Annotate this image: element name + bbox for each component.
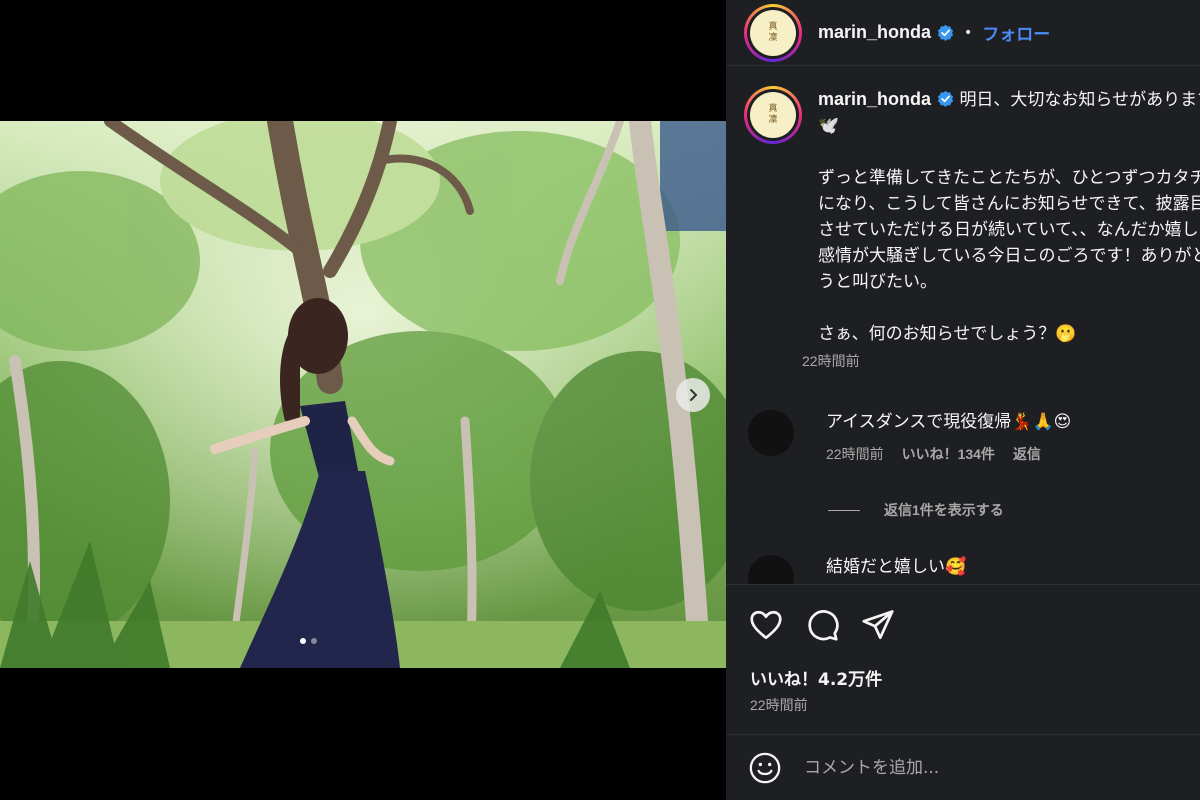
carousel-next-button[interactable]: [676, 378, 710, 412]
comment-text: アイスダンスで現役復帰💃🙏😍: [826, 412, 1072, 432]
carousel-dot-1: [300, 638, 306, 644]
comment-timestamp: 22時間前: [826, 446, 884, 462]
comment-likes[interactable]: いいね！134件: [902, 444, 995, 464]
post-sidebar: 真 凜 marin_honda • フォロー 真 凜 marin_honda 明…: [726, 0, 1200, 800]
chevron-right-icon: [690, 389, 698, 401]
post-caption: 真 凜 marin_honda 明日、大切なお知らせがあります🕊️ ずっと準備し…: [744, 86, 1200, 371]
forest-photo: [0, 121, 726, 668]
verified-badge-icon: [937, 90, 954, 107]
view-replies-button[interactable]: 返信1件を表示する: [828, 500, 1004, 520]
caption-body: 明日、大切なお知らせがあります🕊️ ずっと準備してきたことたちが、ひとつずつカタ…: [818, 90, 1200, 344]
post-photo[interactable]: [0, 121, 726, 668]
carousel-dot-2: [311, 638, 317, 644]
caption-text: marin_honda 明日、大切なお知らせがあります🕊️ ずっと準備してきたこ…: [818, 86, 1200, 347]
view-replies-label: 返信1件を表示する: [884, 502, 1004, 518]
carousel-indicator: [300, 638, 317, 644]
caption-username[interactable]: marin_honda: [818, 89, 931, 109]
author-username[interactable]: marin_honda: [818, 22, 931, 43]
avatar-char-bottom: 凜: [768, 115, 778, 125]
post-actions: いいね！4.2万件 22時間前: [726, 584, 1200, 734]
comment-icon[interactable]: [804, 607, 840, 643]
caption-avatar[interactable]: 真 凜: [744, 86, 802, 144]
share-icon[interactable]: [860, 607, 896, 643]
add-comment-bar: [726, 734, 1200, 800]
header-separator: •: [964, 24, 973, 41]
post-timestamp: 22時間前: [750, 697, 808, 713]
comment-meta: 22時間前 いいね！134件 返信: [826, 444, 1071, 464]
avatar-char-top: 真: [768, 104, 778, 114]
comment-item: アイスダンスで現役復帰💃🙏😍 22時間前 いいね！134件 返信: [748, 410, 1200, 464]
post-media: [0, 0, 726, 800]
avatar-char-top: 真: [768, 21, 778, 32]
add-comment-input[interactable]: [804, 757, 1184, 778]
like-count[interactable]: いいね！4.2万件: [750, 665, 882, 690]
replies-divider: [828, 509, 860, 511]
follow-button[interactable]: フォロー: [982, 20, 1050, 45]
post-header: 真 凜 marin_honda • フォロー: [726, 0, 1200, 66]
commenter-avatar[interactable]: [748, 410, 794, 456]
avatar-char-bottom: 凜: [768, 32, 778, 43]
comment-reply-button[interactable]: 返信: [1013, 444, 1041, 464]
author-avatar[interactable]: 真 凜: [744, 3, 802, 62]
caption-timestamp: 22時間前: [802, 353, 860, 369]
heart-icon[interactable]: [748, 607, 784, 643]
verified-badge-icon: [937, 24, 954, 41]
comment-text: 結婚だと嬉しい🥰: [826, 557, 967, 577]
emoji-icon[interactable]: [748, 751, 782, 785]
